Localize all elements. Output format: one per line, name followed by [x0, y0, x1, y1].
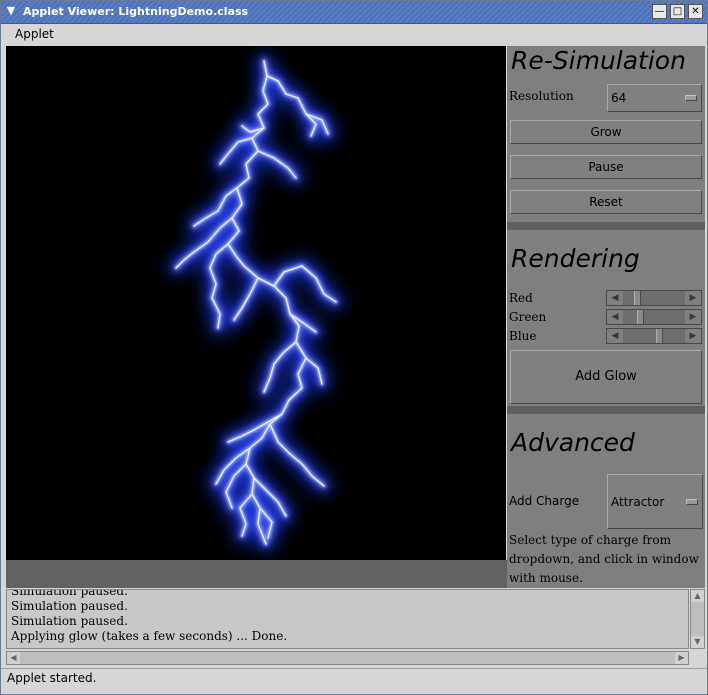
log-horizontal-scrollbar[interactable]: ◀ ▶ [6, 651, 689, 665]
close-button[interactable]: ✕ [688, 4, 703, 19]
title-bar[interactable]: ▼ Applet Viewer: LightningDemo.class — □… [1, 1, 707, 24]
grow-button[interactable]: Grow [510, 120, 702, 144]
scroll-left-icon[interactable]: ◀ [7, 652, 20, 664]
advanced-title: Advanced [511, 428, 635, 457]
maximize-button[interactable]: □ [670, 4, 685, 19]
blue-label: Blue [509, 329, 537, 343]
dropdown-icon [685, 95, 697, 101]
left-arrow-icon[interactable]: ◀ [607, 310, 623, 324]
slider-thumb[interactable] [637, 310, 644, 324]
scroll-up-icon[interactable]: ▲ [691, 590, 704, 602]
green-label: Green [509, 310, 547, 324]
add-charge-label: Add Charge [509, 494, 580, 508]
close-icon: ✕ [691, 6, 700, 17]
pause-button[interactable]: Pause [510, 155, 702, 179]
menu-applet[interactable]: Applet [15, 27, 54, 41]
charge-type-value: Attractor [611, 494, 665, 509]
lightning-canvas[interactable] [6, 46, 506, 560]
section-divider [507, 406, 705, 414]
add-glow-button[interactable]: Add Glow [510, 350, 702, 404]
reset-button[interactable]: Reset [510, 190, 702, 214]
green-slider[interactable]: ◀ ▶ [606, 309, 702, 325]
status-bar: Applet started. [1, 668, 707, 689]
red-slider[interactable]: ◀ ▶ [606, 290, 702, 306]
right-arrow-icon[interactable]: ▶ [685, 310, 701, 324]
right-arrow-icon[interactable]: ▶ [685, 291, 701, 305]
resimulation-title: Re-Simulation [511, 46, 686, 75]
scroll-right-icon[interactable]: ▶ [675, 652, 688, 664]
minimize-button[interactable]: — [652, 4, 667, 19]
resolution-value: 64 [611, 91, 627, 105]
red-label: Red [509, 291, 533, 305]
window-title: Applet Viewer: LightningDemo.class [23, 5, 249, 18]
log-line: Applying glow (takes a few seconds) ... … [11, 629, 288, 643]
dropdown-icon [686, 498, 698, 505]
log-textarea[interactable]: Simulation paused. Simulation paused. Si… [6, 589, 689, 649]
slider-thumb[interactable] [634, 291, 641, 305]
canvas-bottom-strip [6, 560, 508, 588]
left-arrow-icon[interactable]: ◀ [607, 329, 623, 343]
menu-bar: Applet [1, 24, 707, 45]
section-divider [507, 222, 705, 230]
log-line: Simulation paused. [11, 589, 128, 598]
left-arrow-icon[interactable]: ◀ [607, 291, 623, 305]
resolution-select[interactable]: 64 [607, 84, 702, 112]
maximize-icon: □ [672, 6, 683, 17]
log-vertical-scrollbar[interactable]: ▲ ▼ [690, 589, 705, 649]
applet-viewer-window: ▼ Applet Viewer: LightningDemo.class — □… [0, 0, 708, 695]
rendering-title: Rendering [511, 244, 640, 273]
scroll-down-icon[interactable]: ▼ [691, 636, 704, 648]
charge-type-select[interactable]: Attractor [607, 474, 703, 529]
lightning-bolt-image [6, 46, 506, 560]
minimize-icon: — [654, 6, 665, 17]
log-line: Simulation paused. [11, 614, 128, 628]
slider-thumb[interactable] [656, 329, 663, 343]
blue-slider[interactable]: ◀ ▶ [606, 328, 702, 344]
right-arrow-icon[interactable]: ▶ [685, 329, 701, 343]
resolution-label: Resolution [509, 89, 574, 103]
status-text: Applet started. [7, 671, 97, 685]
charge-help-text: Select type of charge from dropdown, and… [509, 533, 699, 585]
log-line: Simulation paused. [11, 599, 128, 613]
control-panel: Re-Simulation Resolution 64 Grow Pause R… [507, 46, 705, 588]
chevron-down-icon[interactable]: ▼ [4, 4, 18, 18]
